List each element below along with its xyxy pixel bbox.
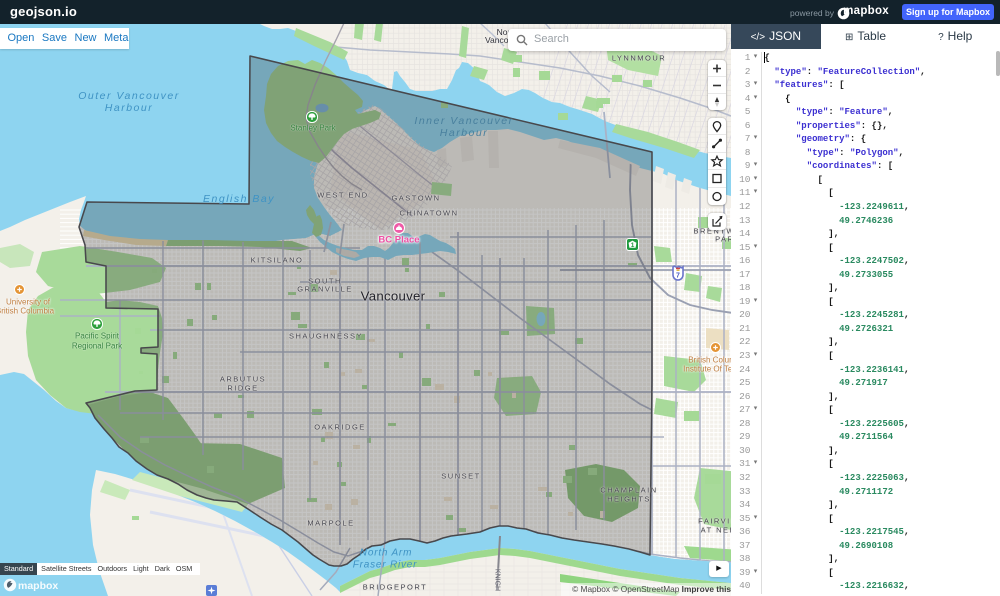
svg-text:7: 7 — [676, 273, 680, 280]
svg-text:1: 1 — [631, 242, 635, 249]
svg-text:mapbox: mapbox — [18, 580, 58, 592]
